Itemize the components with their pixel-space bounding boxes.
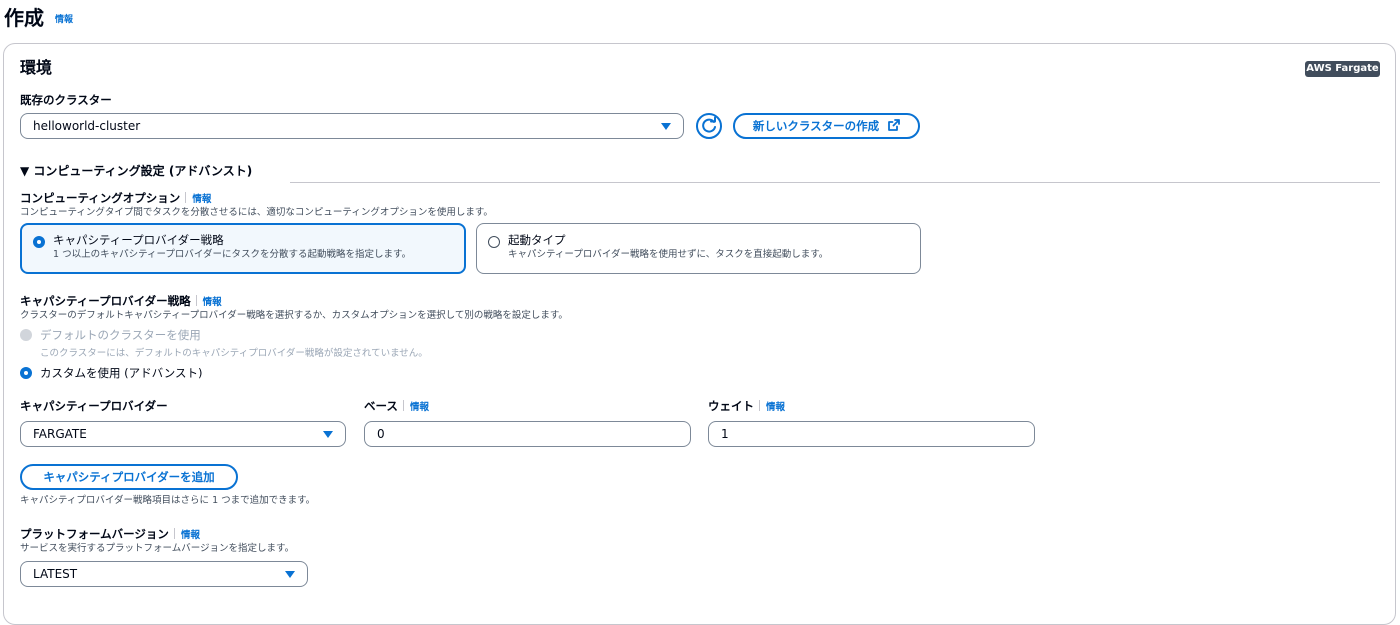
platform-version-info-link[interactable]: 情報 [181, 530, 200, 541]
tile-capacity-provider-strategy[interactable]: キャパシティープロバイダー戦略 1 つ以上のキャパシティープロバイダーにタスクを… [20, 223, 466, 274]
page-title: 作成 情報 [4, 6, 73, 30]
page-info-link[interactable]: 情報 [55, 15, 73, 25]
cluster-label: 既存のクラスター [20, 93, 112, 107]
capacity-provider-select[interactable]: FARGATE [20, 421, 346, 447]
radio-default-cluster [20, 329, 32, 341]
separator [759, 400, 760, 411]
platform-version-description: サービスを実行するプラットフォームバージョンを指定します。 [20, 543, 295, 554]
caret-down-icon [323, 431, 333, 438]
refresh-icon [702, 116, 716, 133]
environment-title: 環境 [20, 58, 53, 77]
platform-version-select-value: LATEST [33, 567, 78, 581]
tile-launch-type[interactable]: 起動タイプ キャパシティープロバイダー戦略を使用せずに、タスクを直接起動します。 [476, 223, 921, 274]
compute-option-label: コンピューティングオプション 情報 [20, 191, 212, 205]
refresh-button[interactable] [696, 113, 722, 139]
platform-version-select[interactable]: LATEST [20, 561, 308, 587]
tile-title: キャパシティープロバイダー戦略 [53, 233, 224, 247]
caret-down-icon [285, 571, 295, 578]
base-label: ベース 情報 [364, 399, 429, 413]
separator [185, 192, 187, 203]
radio-capacity-provider-strategy[interactable] [33, 236, 45, 248]
cluster-select-value: helloworld-cluster [33, 119, 141, 133]
weight-label: ウェイト 情報 [708, 399, 786, 413]
add-capacity-provider-button[interactable]: キャパシティプロバイダーを追加 [20, 464, 238, 490]
external-link-icon [888, 119, 901, 131]
default-cluster-option-description: このクラスターには、デフォルトのキャパシティプロバイダー戦略が設定されていません… [40, 348, 428, 359]
strategy-label: キャパシティープロバイダー戦略 情報 [20, 294, 222, 308]
caret-down-icon [661, 123, 671, 130]
new-cluster-label: 新しいクラスターの作成 [752, 119, 880, 133]
cluster-select[interactable]: helloworld-cluster [20, 113, 684, 139]
default-cluster-option-label: デフォルトのクラスターを使用 [40, 328, 201, 342]
fargate-badge: AWS Fargate [1305, 61, 1380, 77]
separator [195, 295, 197, 306]
weight-info-link[interactable]: 情報 [766, 402, 785, 413]
base-input[interactable]: 0 [364, 421, 691, 447]
compute-option-description: コンピューティングタイプ間でタスクを分散させるには、適切なコンピューティングオプ… [20, 207, 493, 218]
tile-description: 1 つ以上のキャパシティープロバイダーにタスクを分散する起動戦略を指定します。 [53, 249, 412, 260]
strategy-info-link[interactable]: 情報 [203, 297, 222, 308]
radio-custom[interactable] [20, 367, 32, 379]
strategy-description: クラスターのデフォルトキャパシティープロバイダー戦略を選択するか、カスタムオプシ… [20, 310, 568, 321]
radio-launch-type[interactable] [488, 236, 500, 248]
separator [173, 528, 175, 539]
base-info-link[interactable]: 情報 [410, 402, 429, 413]
weight-input[interactable]: 1 [708, 421, 1035, 447]
capacity-provider-select-value: FARGATE [33, 427, 87, 441]
separator [402, 400, 404, 411]
tile-description: キャパシティープロバイダー戦略を使用せずに、タスクを直接起動します。 [508, 249, 829, 260]
capacity-provider-label: キャパシティープロバイダー [20, 399, 168, 413]
section-divider [290, 182, 1380, 183]
new-cluster-button[interactable]: 新しいクラスターの作成 [733, 113, 920, 139]
tile-title: 起動タイプ [508, 233, 566, 247]
compute-option-info-link[interactable]: 情報 [192, 194, 211, 205]
add-capacity-provider-hint: キャパシティプロバイダー戦略項目はさらに 1 つまで追加できます。 [20, 495, 316, 506]
compute-settings-toggle[interactable]: ▼ コンピューティング設定 (アドバンスト) [20, 162, 252, 179]
custom-option-label: カスタムを使用 (アドバンスト) [40, 366, 203, 380]
platform-version-label: プラットフォームバージョン 情報 [20, 527, 200, 541]
